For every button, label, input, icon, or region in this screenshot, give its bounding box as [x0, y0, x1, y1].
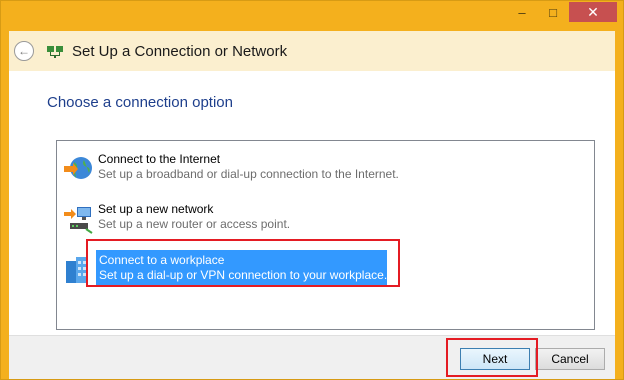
option-title: Connect to a workplace [99, 253, 225, 267]
option-title: Connect to the Internet [98, 152, 221, 166]
wizard-window: – □ ✕ ← Set Up a Connection or Network C… [0, 0, 624, 380]
option-connect-workplace[interactable]: Connect to a workplace Set up a dial-up … [57, 247, 594, 291]
network-setup-icon [47, 46, 63, 58]
option-description: Set up a broadband or dial-up connection… [98, 167, 399, 181]
wizard-footer: Next Cancel [9, 335, 615, 379]
router-icon [64, 207, 93, 234]
cancel-button[interactable]: Cancel [535, 348, 605, 370]
connection-option-list[interactable]: Connect to the Internet Set up a broadba… [56, 140, 595, 330]
globe-icon [64, 157, 92, 179]
wizard-title: Set Up a Connection or Network [72, 42, 288, 60]
wizard-content: Choose a connection option Connect to th… [9, 71, 615, 335]
next-button[interactable]: Next [460, 348, 530, 370]
title-bar: – □ ✕ [1, 1, 623, 31]
option-new-network[interactable]: Set up a new network Set up a new router… [57, 197, 594, 241]
back-arrow-icon[interactable]: ← [14, 41, 34, 61]
option-connect-internet[interactable]: Connect to the Internet Set up a broadba… [57, 147, 594, 191]
instruction-heading: Choose a connection option [47, 94, 233, 111]
option-title: Set up a new network [98, 202, 214, 216]
option-description: Set up a new router or access point. [98, 217, 291, 231]
minimize-button[interactable]: – [507, 2, 537, 22]
maximize-button[interactable]: □ [538, 2, 568, 22]
option-description: Set up a dial-up or VPN connection to yo… [99, 268, 388, 282]
close-button[interactable]: ✕ [569, 2, 617, 22]
workplace-icon [66, 257, 88, 283]
wizard-header: ← Set Up a Connection or Network [9, 31, 615, 71]
